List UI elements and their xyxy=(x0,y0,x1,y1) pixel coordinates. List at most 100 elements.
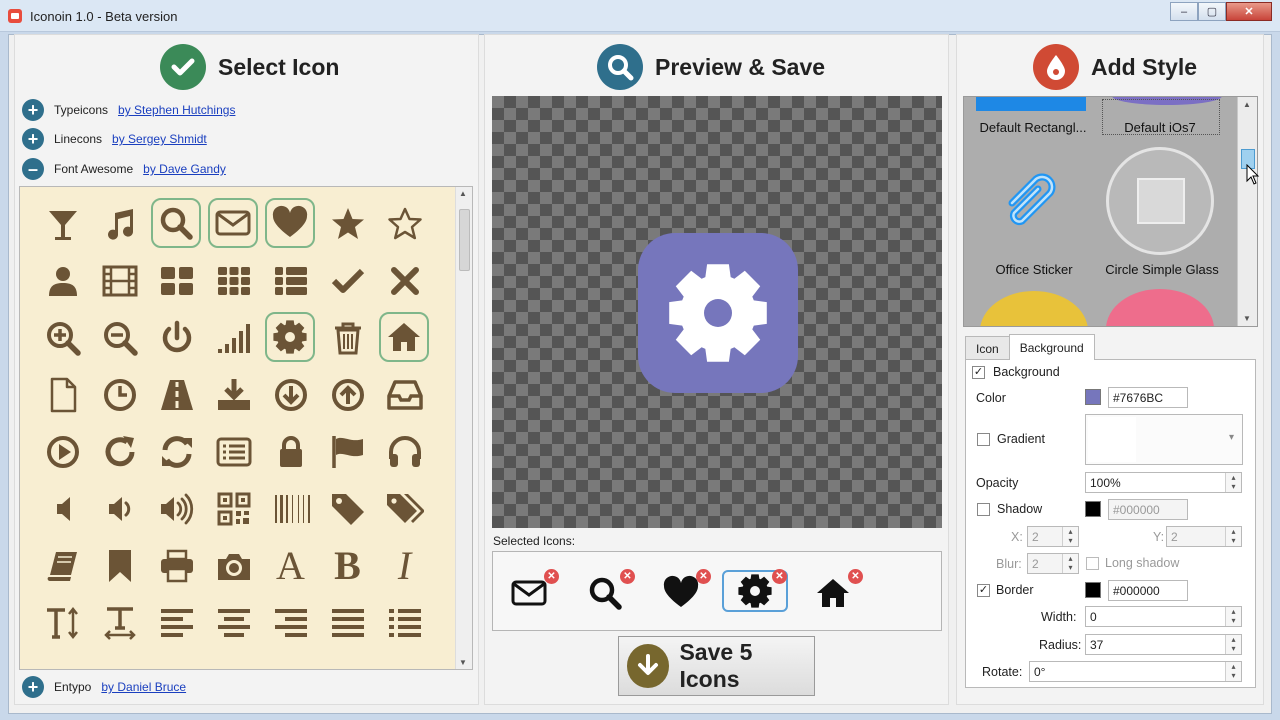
home-icon[interactable] xyxy=(379,312,429,362)
style-label[interactable]: Office Sticker xyxy=(974,262,1094,277)
author-link[interactable]: by Sergey Shmidt xyxy=(112,132,207,146)
tags-icon[interactable] xyxy=(376,480,433,537)
icon-set-entypo[interactable]: + Entypo by Daniel Bruce xyxy=(22,676,186,698)
book-icon[interactable] xyxy=(34,537,91,594)
music-icon[interactable] xyxy=(91,195,148,252)
zoom-in-icon[interactable] xyxy=(34,309,91,366)
play-circle-icon[interactable] xyxy=(34,423,91,480)
flag-icon[interactable] xyxy=(319,423,376,480)
scroll-up-icon[interactable]: ▲ xyxy=(459,189,467,198)
user-icon[interactable] xyxy=(34,252,91,309)
qrcode-icon[interactable] xyxy=(205,480,262,537)
font-icon[interactable]: A xyxy=(262,537,319,594)
expand-icon[interactable]: + xyxy=(22,99,44,121)
icon-set-font-awesome[interactable]: – Font Awesome by Dave Gandy xyxy=(22,158,226,180)
signal-icon[interactable] xyxy=(205,309,262,366)
border-color-swatch[interactable] xyxy=(1085,582,1101,598)
volume-up-icon[interactable] xyxy=(148,480,205,537)
lock-icon[interactable] xyxy=(262,423,319,480)
tag-icon[interactable] xyxy=(319,480,376,537)
remove-icon[interactable]: ✕ xyxy=(544,569,559,584)
zoom-out-icon[interactable] xyxy=(91,309,148,366)
camera-icon[interactable] xyxy=(205,537,262,594)
color-swatch[interactable] xyxy=(1085,389,1101,405)
shadow-color-field[interactable]: #000000 xyxy=(1108,499,1188,520)
shadow-checkbox[interactable] xyxy=(977,503,990,516)
cog-icon[interactable] xyxy=(265,312,315,362)
th-list-icon[interactable] xyxy=(262,252,319,309)
color-field[interactable]: #7676BC xyxy=(1108,387,1188,408)
yellow-style-thumb[interactable] xyxy=(980,291,1088,326)
icon-set-linecons[interactable]: + Linecons by Sergey Shmidt xyxy=(22,128,207,150)
width-spinner[interactable]: 0 xyxy=(1085,606,1242,627)
star-icon[interactable] xyxy=(319,195,376,252)
author-link[interactable]: by Daniel Bruce xyxy=(101,680,186,694)
barcode-icon[interactable] xyxy=(262,480,319,537)
headphones-icon[interactable] xyxy=(376,423,433,480)
volume-down-icon[interactable] xyxy=(91,480,148,537)
close-button[interactable]: ✕ xyxy=(1226,2,1272,21)
th-large-icon[interactable] xyxy=(148,252,205,309)
list-alt-icon[interactable] xyxy=(205,423,262,480)
refresh-icon[interactable] xyxy=(148,423,205,480)
scroll-thumb[interactable] xyxy=(459,209,470,271)
arrow-circle-up-icon[interactable] xyxy=(319,366,376,423)
collapse-icon[interactable]: – xyxy=(22,158,44,180)
background-checkbox[interactable]: ✓ xyxy=(972,366,985,379)
align-right-icon[interactable] xyxy=(262,594,319,651)
glass-icon[interactable] xyxy=(34,195,91,252)
paperclip-icon[interactable] xyxy=(994,163,1064,236)
long-shadow-checkbox[interactable] xyxy=(1086,557,1099,570)
style-label[interactable]: Circle Simple Glass xyxy=(1098,262,1226,277)
author-link[interactable]: by Stephen Hutchings xyxy=(118,103,235,117)
minimize-button[interactable]: – xyxy=(1170,2,1198,21)
newspaper-glass-icon[interactable] xyxy=(1106,147,1214,255)
radius-spinner[interactable]: 37 xyxy=(1085,634,1242,655)
scroll-down-icon[interactable]: ▼ xyxy=(459,658,467,667)
heart-icon[interactable] xyxy=(265,198,315,248)
th-icon[interactable] xyxy=(205,252,262,309)
rectangle-style-thumb[interactable] xyxy=(976,97,1086,111)
border-color-field[interactable]: #000000 xyxy=(1108,580,1188,601)
tab-icon[interactable]: Icon xyxy=(965,336,1010,360)
expand-icon[interactable]: + xyxy=(22,676,44,698)
align-left-icon[interactable] xyxy=(148,594,205,651)
power-icon[interactable] xyxy=(148,309,205,366)
film-icon[interactable] xyxy=(91,252,148,309)
times-icon[interactable] xyxy=(376,252,433,309)
tab-background[interactable]: Background xyxy=(1008,334,1095,360)
arrow-circle-down-icon[interactable] xyxy=(262,366,319,423)
align-center-icon[interactable] xyxy=(205,594,262,651)
expand-icon[interactable]: + xyxy=(22,128,44,150)
gradient-dropdown[interactable] xyxy=(1085,414,1243,465)
y-spinner[interactable]: 2 xyxy=(1166,526,1242,547)
envelope-icon[interactable] xyxy=(208,198,258,248)
text-width-icon[interactable] xyxy=(91,594,148,651)
scroll-down-icon[interactable]: ▼ xyxy=(1243,314,1251,323)
remove-icon[interactable]: ✕ xyxy=(620,569,635,584)
volume-off-icon[interactable] xyxy=(34,480,91,537)
trash-icon[interactable] xyxy=(319,309,376,366)
style-label[interactable]: Default iOs7 xyxy=(1104,120,1216,135)
opacity-spinner[interactable]: 100% xyxy=(1085,472,1242,493)
road-icon[interactable] xyxy=(148,366,205,423)
save-button[interactable]: Save 5 Icons xyxy=(618,636,815,696)
style-label[interactable]: Default Rectangl... xyxy=(968,120,1098,135)
rotate-spinner[interactable]: 0° xyxy=(1029,661,1242,682)
remove-icon[interactable]: ✕ xyxy=(848,569,863,584)
remove-icon[interactable]: ✕ xyxy=(696,569,711,584)
gallery-scrollbar[interactable]: ▲ ▼ xyxy=(1237,97,1257,326)
repeat-icon[interactable] xyxy=(91,423,148,480)
gradient-checkbox[interactable] xyxy=(977,433,990,446)
scroll-up-icon[interactable]: ▲ xyxy=(1243,100,1251,109)
bookmark-icon[interactable] xyxy=(91,537,148,594)
search-icon[interactable] xyxy=(151,198,201,248)
check-icon[interactable] xyxy=(319,252,376,309)
text-height-icon[interactable] xyxy=(34,594,91,651)
icon-grid-scrollbar[interactable]: ▲ ▼ xyxy=(455,187,472,669)
maximize-button[interactable]: ▢ xyxy=(1198,2,1226,21)
bold-icon[interactable]: B xyxy=(319,537,376,594)
star-outline-icon[interactable] xyxy=(376,195,433,252)
print-icon[interactable] xyxy=(148,537,205,594)
icon-set-typeicons[interactable]: + Typeicons by Stephen Hutchings xyxy=(22,99,235,121)
